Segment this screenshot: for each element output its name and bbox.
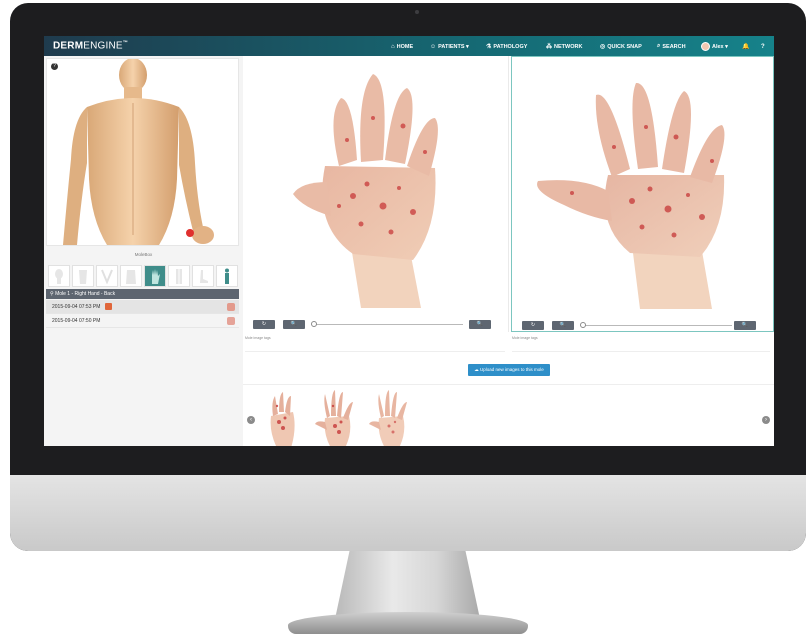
body-part-head[interactable] (48, 265, 70, 287)
network-icon: ⁂ (546, 44, 552, 50)
microscope-icon: ⚗ (486, 44, 492, 50)
moleblox-label: MoleBox (134, 252, 153, 257)
nav-quick-snap[interactable]: ◎ QUICK SNAP (600, 42, 642, 51)
zoom-slider[interactable] (582, 325, 732, 326)
upload-images-button[interactable]: ☁ Upload new images to this mole (468, 364, 550, 376)
zoom-in-button[interactable]: 🔍 (469, 320, 491, 329)
body-part-full[interactable] (216, 265, 238, 287)
tags-label: Mole image tags (245, 336, 271, 340)
webcam (415, 10, 419, 14)
gallery-thumbnail[interactable] (313, 388, 361, 446)
rotate-button[interactable]: ↻ (253, 320, 275, 329)
zoom-icon: 🔍 (559, 322, 567, 328)
tags-input[interactable] (512, 342, 770, 352)
rotate-button[interactable]: ↻ (522, 321, 544, 330)
top-navbar: DERMENGINE™ ⌂ HOME ☺ PATIENTS ▾ ⚗ PATHOL… (44, 36, 774, 56)
notifications-button[interactable]: 🔔 (742, 42, 749, 51)
zoom-slider-knob[interactable] (580, 322, 586, 328)
home-icon: ⌂ (391, 43, 395, 50)
hand-image (293, 74, 438, 308)
zoom-in-icon: 🔍 (741, 322, 749, 328)
zoom-button[interactable]: 🔍 (552, 321, 574, 330)
rotate-icon: ↻ (530, 322, 536, 328)
body-part-back[interactable] (120, 265, 142, 287)
gallery-next-button[interactable]: › (762, 416, 770, 424)
image-viewer-right[interactable]: ↻ 🔍 🔍 (511, 56, 774, 332)
mole-marker[interactable] (186, 229, 194, 237)
mole-header[interactable]: ⚲ Mole 1 - Right Hand - Back (46, 289, 239, 299)
body-map[interactable]: ? (46, 58, 239, 246)
help-icon: ? (761, 43, 765, 50)
hand-image-compare (537, 82, 725, 309)
nav-home[interactable]: ⌂ HOME (391, 42, 413, 51)
nav-patients[interactable]: ☺ PATIENTS ▾ (430, 42, 469, 51)
body-back-figure (63, 59, 214, 245)
body-part-torso[interactable] (72, 265, 94, 287)
app-logo[interactable]: DERMENGINE™ (53, 40, 128, 51)
zoom-in-button[interactable]: 🔍 (734, 321, 756, 330)
body-part-selector (48, 265, 238, 287)
zoom-button[interactable]: 🔍 (283, 320, 305, 329)
image-viewer-left[interactable]: ↻ 🔍 🔍 (243, 56, 509, 332)
app-screen: DERMENGINE™ ⌂ HOME ☺ PATIENTS ▾ ⚗ PATHOL… (44, 36, 774, 446)
zoom-slider[interactable] (313, 324, 463, 325)
nav-network[interactable]: ⁂ NETWORK (546, 42, 582, 51)
image-gallery: ‹ › (243, 384, 774, 446)
mole-thumbnail (227, 303, 235, 311)
avatar (701, 42, 710, 51)
nav-search[interactable]: ⌕ SEARCH (657, 42, 686, 51)
tags-input[interactable] (245, 342, 505, 352)
body-part-hand[interactable] (144, 265, 166, 287)
nav-pathology[interactable]: ⚗ PATHOLOGY (486, 42, 527, 51)
viewer-controls: ↻ 🔍 🔍 (243, 318, 508, 332)
chevron-right-icon: › (765, 417, 767, 423)
rotate-icon: ↻ (261, 321, 267, 327)
monitor-chin (10, 475, 806, 551)
chevron-left-icon: ‹ (250, 417, 252, 423)
patients-icon: ☺ (430, 43, 437, 50)
camera-icon: ◎ (600, 44, 606, 50)
zoom-in-icon: 🔍 (476, 321, 484, 327)
gallery-thumbnail[interactable] (265, 388, 297, 446)
zoom-slider-knob[interactable] (311, 321, 317, 327)
help-button[interactable]: ? (761, 42, 765, 51)
body-part-foot[interactable] (192, 265, 214, 287)
left-panel: ? MoleBox ⚲ Mole 1 - Right Hand - Back 2… (44, 56, 243, 446)
flag-badge-icon (104, 303, 112, 311)
zoom-icon: 🔍 (290, 321, 298, 327)
body-part-legs[interactable] (168, 265, 190, 287)
monitor-stand (335, 551, 480, 619)
gallery-prev-button[interactable]: ‹ (247, 416, 255, 424)
list-item[interactable]: 2015-09-04 07:50 PM (46, 314, 239, 328)
list-item[interactable]: 2015-09-04 07:53 PM (46, 300, 239, 314)
gallery-thumbnail[interactable] (367, 388, 415, 446)
viewer-controls: ↻ 🔍 🔍 (512, 319, 773, 333)
search-icon: ⌕ (657, 43, 661, 49)
monitor-base (288, 612, 528, 634)
user-menu[interactable]: Alex ▾ (701, 42, 728, 51)
tags-label: Mole image tags (512, 336, 538, 340)
bell-icon: 🔔 (742, 44, 750, 50)
body-part-chest[interactable] (96, 265, 118, 287)
mole-thumbnail (227, 317, 235, 325)
